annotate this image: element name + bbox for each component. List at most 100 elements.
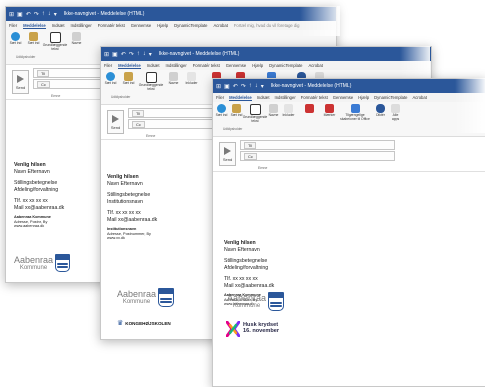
aabenraa-logo: Aabenraa Kommune	[117, 288, 175, 307]
names-label: Navne	[268, 113, 279, 117]
tab-meddelelse[interactable]: Meddelelse	[23, 23, 46, 29]
send-button[interactable]: Send	[219, 142, 236, 166]
window-title: Ikke-navngivet - Meddelelse (HTML)	[158, 51, 240, 57]
save-icon[interactable]: ▣	[224, 83, 230, 90]
clipboard-icon	[106, 72, 115, 81]
include-button[interactable]: Inkluder	[184, 72, 199, 86]
title-bar: ⊞ ▣ ↶ ↷ ↑ ↓ ▾ Ikke-navngivet - Meddelels…	[6, 7, 336, 21]
apps-button[interactable]: Alle apps	[389, 104, 402, 121]
undo-icon[interactable]: ↶	[233, 83, 238, 90]
redo-icon[interactable]: ↷	[241, 83, 246, 90]
cc-label[interactable]: Cc	[132, 120, 145, 128]
tab-indstillinger[interactable]: Indstillinger	[275, 95, 296, 100]
outlook-window-front[interactable]: ⊞ ▣ ↶ ↷ ↑ ↓ ▾ Ikke-navngivet - Meddelels…	[212, 78, 485, 387]
cc-label[interactable]: Cc	[37, 80, 50, 88]
clipboard-button[interactable]: Sæt ind	[8, 32, 23, 46]
clipboard-button[interactable]: Sæt ind	[215, 104, 228, 118]
redo-icon[interactable]: ↷	[129, 51, 134, 58]
sig-dept: Afdeling/forvaltning	[224, 264, 269, 271]
tab-acrobat[interactable]: Acrobat	[308, 63, 322, 68]
customize-qat-icon[interactable]: ▾	[54, 11, 57, 18]
tab-formater-tekst[interactable]: Formatér tekst	[98, 23, 125, 28]
tab-indstillinger[interactable]: Indstillinger	[71, 23, 92, 28]
tab-formater-tekst[interactable]: Formatér tekst	[301, 95, 328, 100]
up-icon[interactable]: ↑	[42, 11, 45, 17]
tab-dynamictemplate[interactable]: DynamicTemplate	[174, 23, 207, 28]
basic-text-button[interactable]: Grundlæggende tekst	[243, 104, 267, 123]
down-icon[interactable]: ↓	[48, 11, 51, 17]
paste-button[interactable]: Sæt ind	[26, 32, 41, 46]
down-icon[interactable]: ↓	[143, 51, 146, 57]
include-label: Inkluder	[185, 81, 198, 85]
paste-icon	[232, 104, 241, 113]
tab-filer[interactable]: Filer	[216, 95, 224, 100]
tab-indsaet[interactable]: Indsæt	[52, 23, 65, 28]
dictate-button[interactable]: Diktér	[374, 104, 387, 118]
paste-button[interactable]: Sæt ind	[230, 104, 243, 118]
flag-icon	[304, 104, 314, 113]
save-icon[interactable]: ▣	[112, 51, 118, 58]
school-crown-icon: ♛	[117, 320, 124, 327]
names-button[interactable]: Navne	[166, 72, 181, 86]
tab-gennemse[interactable]: Gennemse	[333, 95, 353, 100]
sig-web[interactable]: www.xx.dk	[107, 236, 157, 241]
redo-icon[interactable]: ↷	[34, 11, 39, 18]
up-icon[interactable]: ↑	[249, 83, 252, 89]
save-icon[interactable]: ▣	[17, 11, 23, 18]
ribbon-tabs: Filer Meddelelse Indsæt Indstillinger Fo…	[213, 93, 485, 102]
clipboard-button[interactable]: Sæt ind	[103, 72, 118, 86]
to-label[interactable]: Til	[132, 109, 145, 117]
flag-button[interactable]	[297, 104, 321, 114]
tags-button[interactable]: Mærker	[323, 104, 336, 118]
tab-indsaet[interactable]: Indsæt	[147, 63, 160, 68]
tab-hjaelp[interactable]: Hjælp	[358, 95, 369, 100]
basic-text-button[interactable]: Grundlæggende tekst	[43, 32, 67, 51]
to-label[interactable]: Til	[37, 69, 50, 77]
tab-filer[interactable]: Filer	[9, 23, 17, 28]
paste-icon	[29, 32, 38, 41]
to-label[interactable]: Til	[244, 141, 257, 149]
cc-label[interactable]: Cc	[244, 152, 257, 160]
up-icon[interactable]: ↑	[137, 51, 140, 57]
tab-acrobat[interactable]: Acrobat	[213, 23, 227, 28]
paste-button[interactable]: Sæt ind	[121, 72, 136, 86]
names-button[interactable]: Navne	[69, 32, 84, 46]
tab-dynamictemplate[interactable]: DynamicTemplate	[374, 95, 407, 100]
down-icon[interactable]: ↓	[255, 83, 258, 89]
tab-gennemse[interactable]: Gennemse	[131, 23, 151, 28]
send-button[interactable]: Send	[107, 110, 124, 134]
tab-formater-tekst[interactable]: Formatér tekst	[193, 63, 220, 68]
templates-button[interactable]: Tilgængelige skabeloner til Office	[338, 104, 372, 121]
tab-gennemse[interactable]: Gennemse	[226, 63, 246, 68]
tab-meddelelse[interactable]: Meddelelse	[118, 63, 141, 69]
names-label: Navne	[71, 41, 82, 45]
tab-meddelelse[interactable]: Meddelelse	[229, 95, 252, 101]
sig-mail[interactable]: Mail xx@aabenraa.dk	[14, 205, 64, 212]
tab-filer[interactable]: Filer	[104, 63, 112, 68]
tab-hjaelp[interactable]: Hjælp	[252, 63, 263, 68]
sig-web[interactable]: www.aabenraa.dk	[14, 224, 64, 229]
templates-label: Tilgængelige skabeloner til Office	[340, 113, 370, 121]
undo-icon[interactable]: ↶	[121, 51, 126, 58]
tab-hjaelp[interactable]: Hjælp	[157, 23, 168, 28]
title-bar: ⊞ ▣ ↶ ↷ ↑ ↓ ▾ Ikke-navngivet - Meddelels…	[101, 47, 431, 61]
crest-icon	[158, 288, 175, 307]
include-button[interactable]: Inkluder	[282, 104, 295, 118]
tab-acrobat[interactable]: Acrobat	[412, 95, 426, 100]
undo-icon[interactable]: ↶	[26, 11, 31, 18]
font-a-icon	[249, 104, 261, 115]
election-campaign-banner[interactable]: Husk krydset 16. november	[226, 321, 279, 337]
sig-mail[interactable]: Mail xx@aabenraa.dk	[107, 217, 157, 224]
tab-dynamictemplate[interactable]: DynamicTemplate	[269, 63, 302, 68]
send-button[interactable]: Send	[12, 70, 29, 94]
cc-field[interactable]: Cc	[240, 151, 395, 161]
sig-mail[interactable]: Mail xx@aabenraa.dk	[224, 283, 274, 290]
customize-qat-icon[interactable]: ▾	[149, 51, 152, 58]
tab-indsaet[interactable]: Indsæt	[257, 95, 270, 100]
customize-qat-icon[interactable]: ▾	[261, 83, 264, 90]
to-field[interactable]: Til	[240, 140, 395, 150]
basic-text-button[interactable]: Grundlæggende tekst	[139, 72, 163, 91]
names-button[interactable]: Navne	[267, 104, 280, 118]
tab-indstillinger[interactable]: Indstillinger	[166, 63, 187, 68]
search-hint[interactable]: Fortæl mig, hvad du vil foretage dig	[234, 23, 300, 28]
